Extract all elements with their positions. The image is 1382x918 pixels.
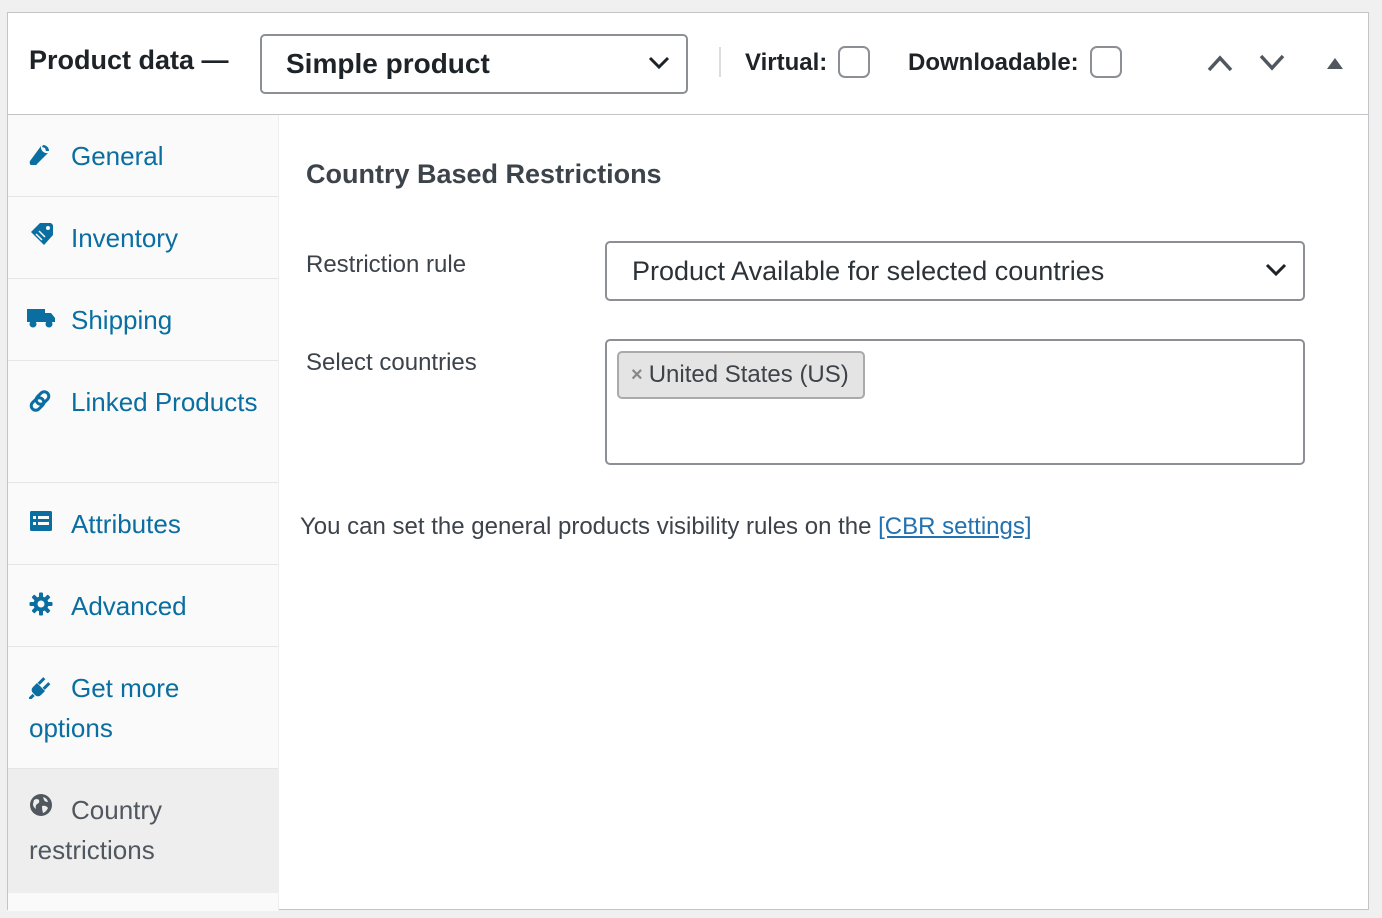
- tab-label: General: [71, 141, 164, 171]
- country-chip-label: United States (US): [648, 361, 849, 388]
- cbr-settings-link[interactable]: [CBR settings]: [878, 513, 1031, 540]
- move-up-icon[interactable]: [1206, 53, 1234, 73]
- tab-inventory[interactable]: Inventory: [8, 197, 278, 279]
- virtual-label: Virtual:: [745, 49, 828, 76]
- tab-country-restrictions[interactable]: Country restrictions: [8, 769, 278, 893]
- country-restrictions-panel: Country Based Restrictions Restriction r…: [279, 115, 1368, 909]
- section-title: Country Based Restrictions: [306, 159, 662, 189]
- tab-label: Attributes: [71, 509, 181, 539]
- downloadable-checkbox[interactable]: [1090, 46, 1122, 78]
- product-data-panel: Product data — Simple product Virtual: D…: [7, 12, 1369, 911]
- tab-attributes[interactable]: Attributes: [8, 483, 278, 565]
- panel-title: Product data —: [29, 45, 229, 75]
- restriction-rule-select[interactable]: Product Available for selected countries: [605, 241, 1305, 301]
- move-down-icon[interactable]: [1258, 53, 1286, 73]
- tab-label: Inventory: [71, 223, 178, 253]
- virtual-checkbox[interactable]: [838, 46, 870, 78]
- tab-label: Linked Products: [71, 387, 258, 417]
- tab-label: Advanced: [71, 591, 187, 621]
- tab-linked-products[interactable]: Linked Products: [8, 361, 278, 483]
- tab-label: Country restrictions: [29, 795, 163, 865]
- product-type-value: Simple product: [286, 48, 490, 79]
- tab-general[interactable]: General: [8, 115, 278, 197]
- select-countries-label: Select countries: [306, 349, 477, 376]
- collapse-toggle-icon[interactable]: [1326, 56, 1344, 70]
- product-type-select[interactable]: Simple product: [260, 34, 688, 94]
- select-countries-input[interactable]: × United States (US): [605, 339, 1305, 465]
- tab-shipping[interactable]: Shipping: [8, 279, 278, 361]
- tab-get-more-options[interactable]: Get more options: [8, 647, 278, 769]
- tab-label: Shipping: [71, 305, 173, 335]
- country-chip: × United States (US): [617, 351, 865, 399]
- remove-chip-icon[interactable]: ×: [631, 364, 643, 387]
- header-divider: [719, 47, 721, 77]
- downloadable-label: Downloadable:: [908, 49, 1079, 76]
- settings-note: You can set the general products visibil…: [300, 513, 1032, 541]
- tab-advanced[interactable]: Advanced: [8, 565, 278, 647]
- product-data-tabs: General Inventory Shipping Linked Produc…: [8, 115, 279, 911]
- tab-label: Get more options: [29, 673, 180, 743]
- panel-header: Product data — Simple product Virtual: D…: [8, 13, 1368, 115]
- settings-note-text: You can set the general products visibil…: [300, 513, 879, 540]
- chevron-down-icon: [1265, 263, 1287, 277]
- chevron-down-icon: [648, 56, 670, 70]
- restriction-rule-label: Restriction rule: [306, 251, 467, 278]
- restriction-rule-value: Product Available for selected countries: [632, 255, 1105, 286]
